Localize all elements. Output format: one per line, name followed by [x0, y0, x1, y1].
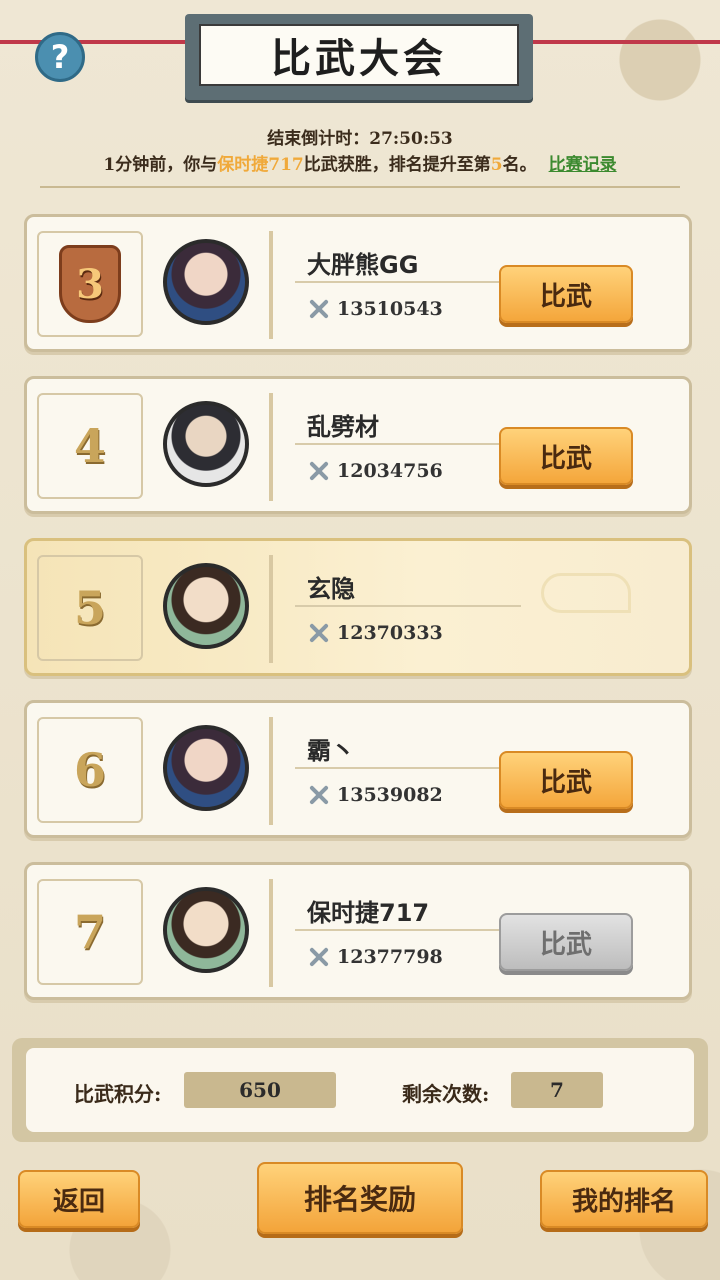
news-prefix: 1分钟前，你与: [103, 155, 218, 175]
rank-row: 4 乱劈材 12034756 比武: [24, 376, 692, 514]
power-number: 12370333: [337, 622, 443, 644]
challenge-button-disabled: 比武: [499, 913, 633, 971]
avatar[interactable]: [163, 725, 249, 811]
challenge-button[interactable]: 比武: [499, 265, 633, 323]
avatar[interactable]: [163, 563, 249, 649]
title-inner: 比武大会: [199, 24, 519, 86]
help-icon[interactable]: ?: [35, 32, 85, 82]
battle-record-link[interactable]: 比赛记录: [549, 155, 617, 175]
player-info: 霸丶 13539082 比武: [269, 717, 661, 825]
name-underline: [295, 767, 521, 769]
countdown-value: 27:50:53: [369, 129, 453, 149]
name-underline: [295, 605, 521, 607]
player-name: 大胖熊GG: [307, 251, 419, 279]
power-number: 12377798: [337, 946, 443, 968]
news-opponent: 保时捷717: [217, 155, 304, 175]
news-middle: 比武获胜，排名提升至第: [303, 155, 491, 175]
rank-box: 7: [37, 879, 143, 985]
player-name: 保时捷717: [307, 899, 430, 927]
divider: [40, 186, 680, 188]
back-button[interactable]: 返回: [18, 1170, 140, 1228]
rank-box: 4: [37, 393, 143, 499]
power-number: 13510543: [337, 298, 443, 320]
avatar[interactable]: [163, 887, 249, 973]
power-value: 13510543: [307, 297, 443, 321]
name-underline: [295, 281, 521, 283]
rank-number: 5: [73, 581, 106, 635]
power-value: 12034756: [307, 459, 443, 483]
player-info: 保时捷717 12377798 比武: [269, 879, 661, 987]
name-underline: [295, 929, 521, 931]
power-number: 12034756: [337, 460, 443, 482]
points-value: 650: [184, 1072, 336, 1108]
stats-panel: 比武积分: 650 剩余次数: 7: [12, 1038, 708, 1142]
avatar[interactable]: [163, 239, 249, 325]
stats-inner: 比武积分: 650 剩余次数: 7: [26, 1048, 694, 1132]
player-info: 大胖熊GG 13510543 比武: [269, 231, 661, 339]
player-info: 玄隐 12370333: [269, 555, 661, 663]
rank-rewards-button[interactable]: 排名奖励: [257, 1162, 463, 1234]
countdown: 结束倒计时：27:50:53: [0, 124, 720, 149]
rank-number: 6: [73, 743, 106, 797]
player-name: 霸丶: [307, 737, 355, 765]
rank-row: 7 保时捷717 12377798 比武: [24, 862, 692, 1000]
cloud-ornament: [541, 573, 631, 613]
remaining-value: 7: [511, 1072, 603, 1108]
crossed-swords-icon: [307, 945, 331, 969]
rank-row-self: 5 玄隐 12370333: [24, 538, 692, 676]
title-board: 比武大会: [185, 14, 533, 100]
player-info: 乱劈材 12034756 比武: [269, 393, 661, 501]
help-glyph: ?: [50, 38, 70, 76]
power-value: 12370333: [307, 621, 443, 645]
news-rank: 5: [490, 155, 503, 175]
name-underline: [295, 443, 521, 445]
page-title: 比武大会: [271, 36, 447, 82]
power-value: 13539082: [307, 783, 443, 807]
avatar[interactable]: [163, 401, 249, 487]
player-name: 玄隐: [307, 575, 355, 603]
challenge-button[interactable]: 比武: [499, 427, 633, 485]
crossed-swords-icon: [307, 621, 331, 645]
rank-box: 5: [37, 555, 143, 661]
rank-box: 6: [37, 717, 143, 823]
rank-row: 6 霸丶 13539082 比武: [24, 700, 692, 838]
power-number: 13539082: [337, 784, 443, 806]
rank-number: 7: [73, 905, 106, 959]
crossed-swords-icon: [307, 297, 331, 321]
news-suffix: 名。: [502, 155, 537, 175]
crossed-swords-icon: [307, 459, 331, 483]
challenge-button[interactable]: 比武: [499, 751, 633, 809]
rank-number: 4: [73, 419, 106, 473]
crossed-swords-icon: [307, 783, 331, 807]
player-name: 乱劈材: [307, 413, 379, 441]
points-label: 比武积分:: [74, 1082, 162, 1106]
my-rank-button[interactable]: 我的排名: [540, 1170, 708, 1228]
remaining-label: 剩余次数:: [402, 1082, 490, 1106]
rank-number: 3: [76, 260, 104, 308]
battle-news: 1分钟前，你与保时捷717比武获胜，排名提升至第5名。 比赛记录: [0, 150, 720, 175]
rank-box: 3: [37, 231, 143, 337]
rank-row: 3 大胖熊GG 13510543 比武: [24, 214, 692, 352]
rank-badge-icon: 3: [59, 245, 121, 323]
countdown-label: 结束倒计时：: [267, 129, 370, 149]
power-value: 12377798: [307, 945, 443, 969]
